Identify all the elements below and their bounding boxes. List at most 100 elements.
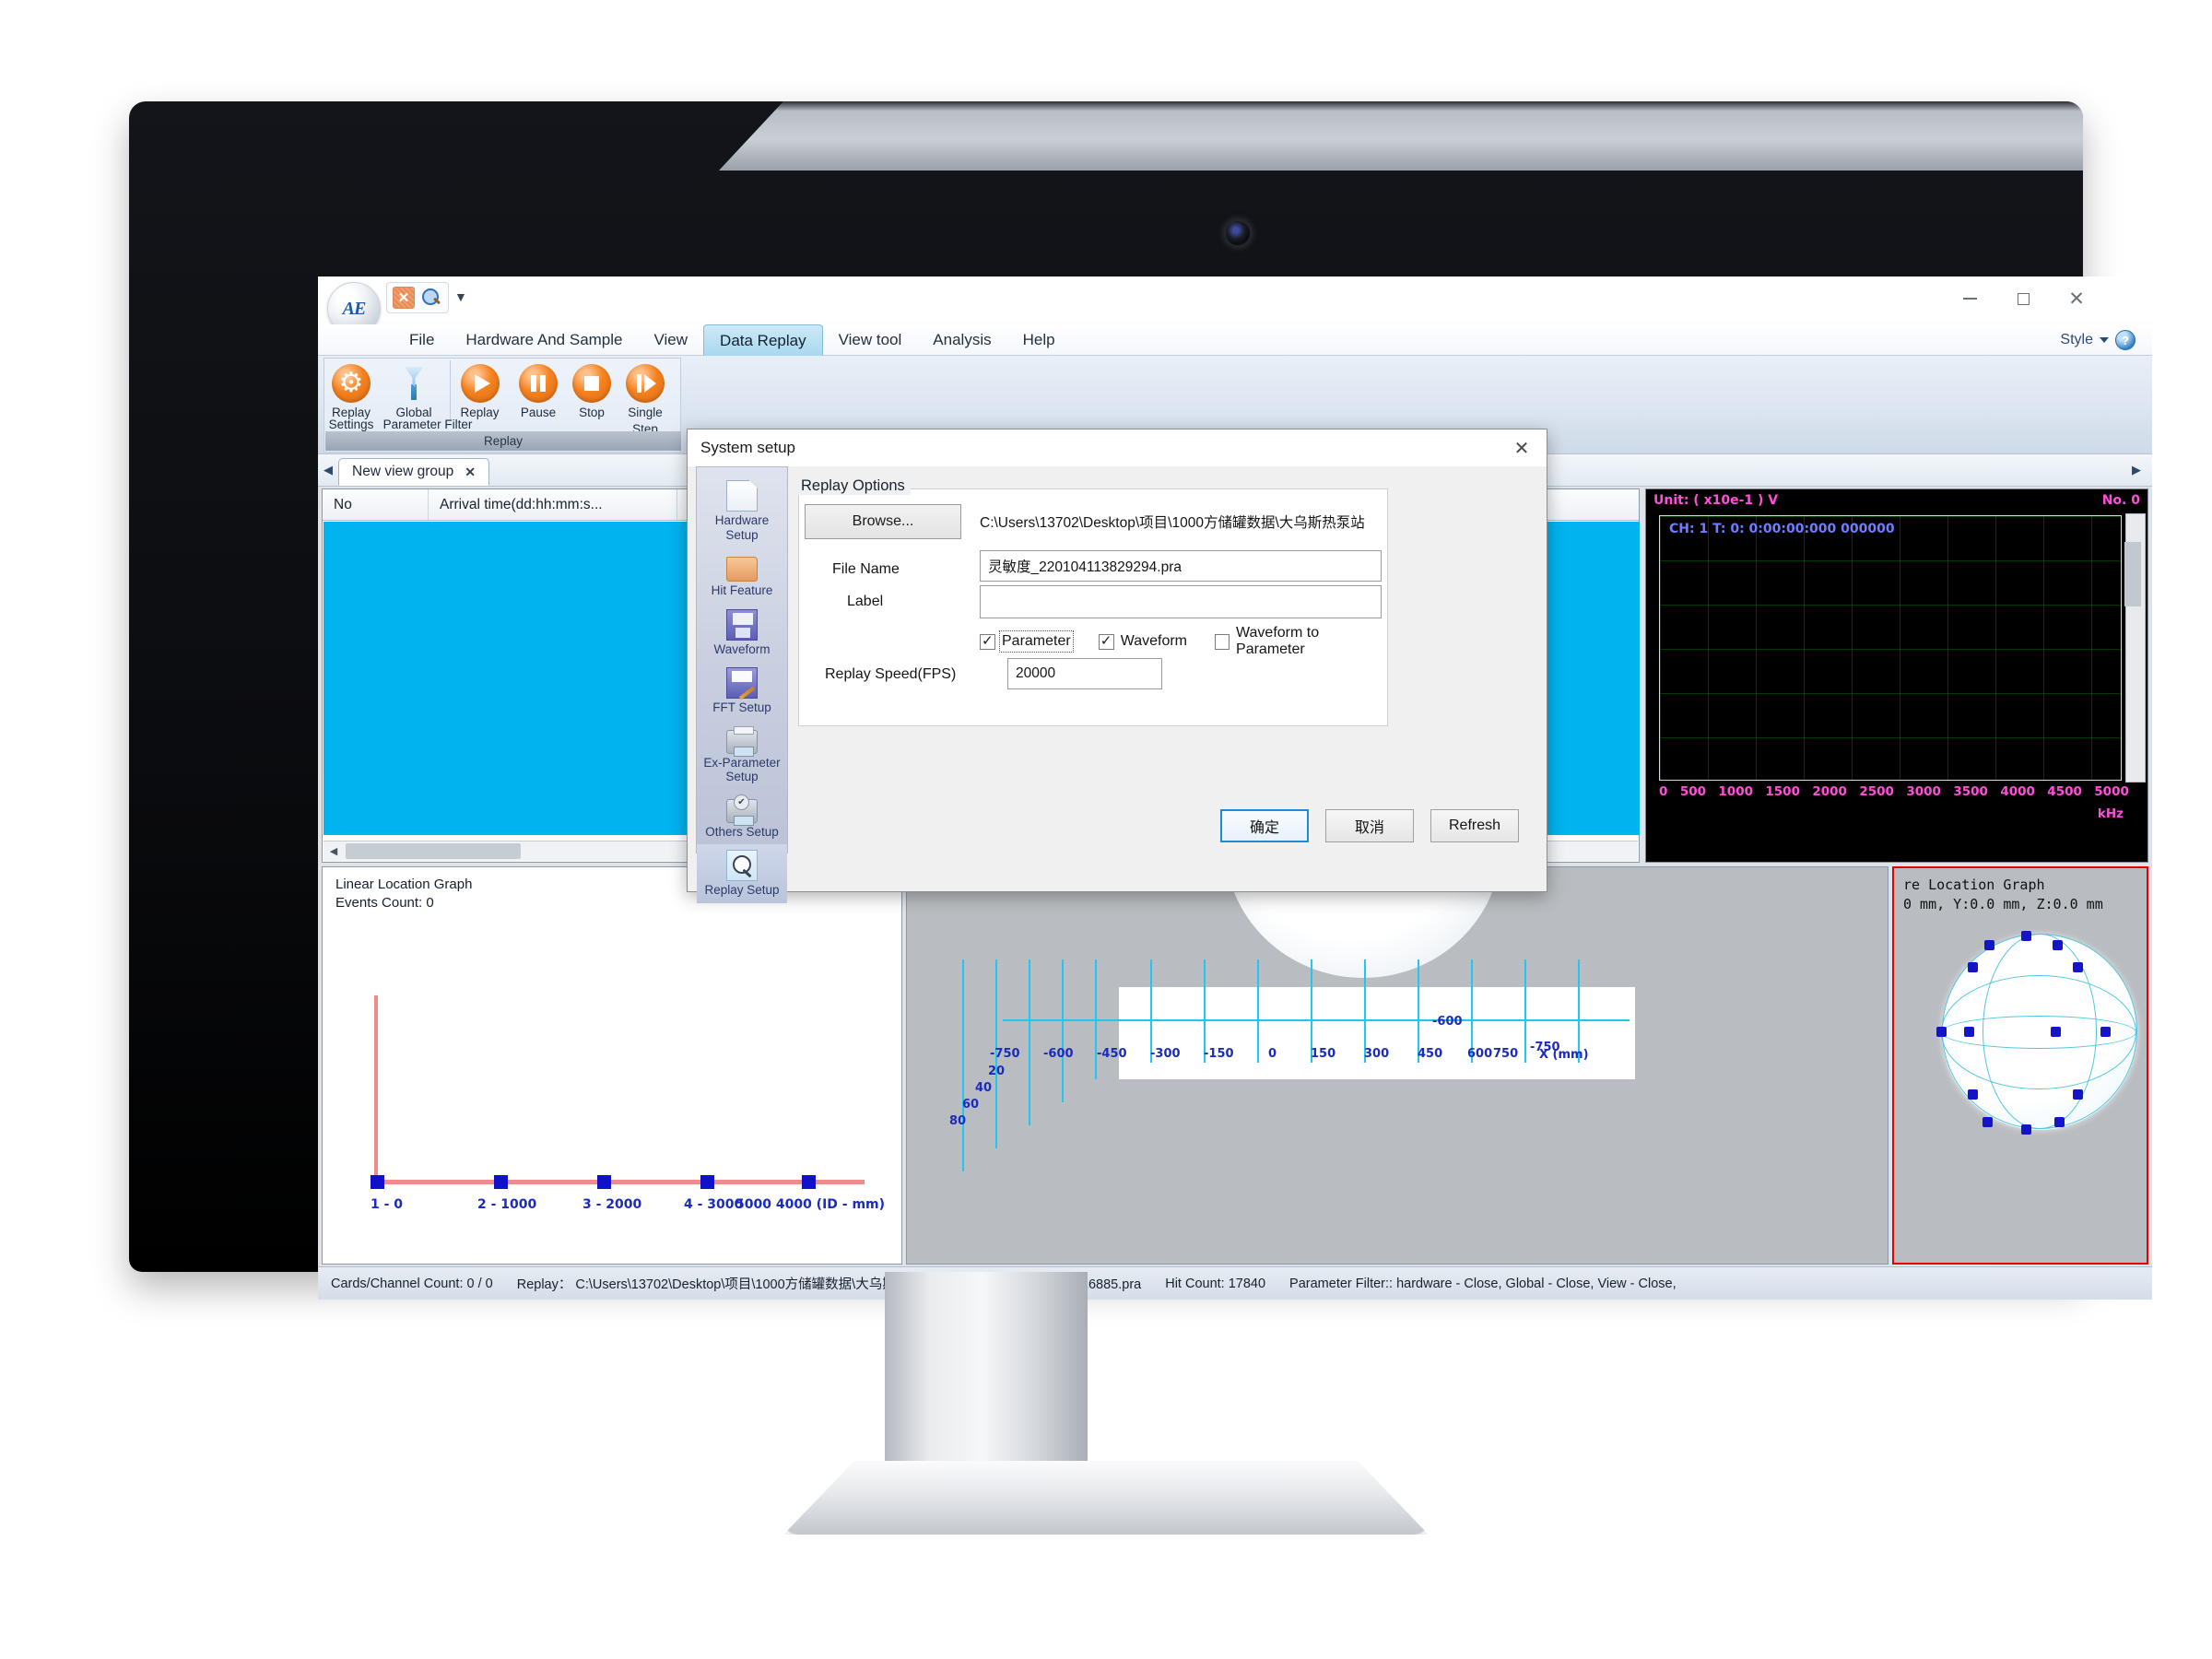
waveform-vertical-scrollbar[interactable] [2124, 513, 2146, 782]
grid-line [1524, 959, 1526, 1063]
file-name-input[interactable]: 灵敏度_220104113829294.pra [980, 550, 1382, 582]
cancel-button[interactable]: 取消 [1325, 809, 1414, 842]
linear-graph-events-count: Events Count: 0 [335, 895, 434, 912]
menu-tab-hardware-and-sample[interactable]: Hardware And Sample [450, 324, 638, 356]
planar-plot-area[interactable] [1119, 987, 1635, 1079]
sensor-node[interactable] [2054, 1117, 2065, 1127]
dialog-close-button[interactable]: ✕ [1497, 429, 1547, 466]
ribbon-button-global-parameter-filter[interactable]: Global [378, 360, 450, 419]
x-tick: 5000 [2094, 784, 2129, 799]
confirm-button[interactable]: 确定 [1220, 809, 1309, 842]
sensor-node[interactable] [2073, 1089, 2083, 1100]
sensor-node[interactable] [2021, 1124, 2031, 1135]
nav-item-fft-setup[interactable]: FFT Setup [697, 662, 787, 721]
checkbox-icon[interactable] [1215, 633, 1230, 650]
ribbon-group-title: Replay [325, 431, 681, 451]
menu-tab-view[interactable]: View [639, 324, 704, 356]
label-input[interactable] [980, 585, 1382, 618]
linear-graph-title-block: Linear Location Graph Events Count: 0 [335, 876, 472, 913]
view-group-tab[interactable]: New view group ✕ [338, 458, 490, 486]
checkbox-parameter[interactable]: Parameter [980, 630, 1074, 653]
dialog-title-bar: System setup ✕ [688, 429, 1547, 466]
nav-item-label: Waveform [713, 641, 771, 656]
x-tick: 600 [1467, 1047, 1493, 1061]
zoom-icon[interactable] [420, 287, 442, 309]
ribbon-sublabels: Settings Parameter Filter [324, 418, 682, 431]
sensor-node[interactable] [802, 1175, 816, 1189]
sensor-node[interactable] [1983, 1117, 1993, 1127]
checkbox-icon[interactable] [1098, 632, 1114, 650]
scrollbar-thumb[interactable] [2124, 542, 2141, 606]
floppy-disk-edit-icon [726, 667, 758, 700]
sensor-node[interactable] [700, 1175, 714, 1189]
scroll-left-arrow-icon[interactable]: ◀ [324, 842, 344, 861]
grid-column-arrival-time[interactable]: Arrival time(dd:hh:mm:s... [429, 489, 677, 520]
nav-item-hit-feature[interactable]: Hit Feature [697, 547, 787, 604]
menu-tab-analysis[interactable]: Analysis [917, 324, 1006, 356]
sensor-node[interactable] [1968, 1089, 1978, 1100]
stop-icon[interactable] [393, 287, 415, 309]
sensor-node[interactable] [1936, 1027, 1947, 1037]
gear-icon [332, 364, 371, 403]
tabstrip-left-arrow-icon[interactable]: ◀ [318, 453, 338, 486]
checkbox-waveform[interactable]: Waveform [1098, 632, 1187, 650]
nav-item-others-setup[interactable]: Others Setup [697, 790, 787, 845]
refresh-button[interactable]: Refresh [1430, 809, 1519, 842]
menu-tab-help[interactable]: Help [1007, 324, 1071, 356]
single-step-icon [626, 364, 665, 403]
nav-item-label: Hardware Setup [714, 513, 770, 542]
help-icon[interactable]: ? [2115, 330, 2136, 350]
waveform-plot-area[interactable]: CH: 1 T: 0: 0:00:00:000 000000 [1659, 515, 2122, 781]
depth-tick: 20 [988, 1065, 1006, 1078]
nav-item-replay-setup[interactable]: Replay Setup [697, 844, 787, 903]
ribbon-button-stop[interactable]: Stop [568, 360, 616, 419]
x-tick: 0 [1268, 1047, 1277, 1061]
sensor-node[interactable] [494, 1175, 508, 1189]
sensor-node[interactable] [1968, 962, 1978, 972]
nav-item-waveform[interactable]: Waveform [697, 604, 787, 663]
style-label: Style [2060, 332, 2093, 347]
nav-item-hardware-setup[interactable]: Hardware Setup [697, 475, 787, 547]
checkbox-waveform-to-parameter[interactable]: Waveform to Parameter [1215, 625, 1382, 658]
close-icon[interactable]: ✕ [465, 465, 476, 480]
grid-column-no[interactable]: No [323, 489, 429, 520]
nav-item-label: Ex-Parameter Setup [703, 755, 781, 784]
menu-tab-file[interactable]: File [394, 324, 450, 356]
ribbon-button-replay-settings[interactable]: Replay [324, 360, 378, 419]
menu-tab-data-replay[interactable]: Data Replay [703, 324, 823, 356]
axis-label: 3 - 2000 [582, 1197, 642, 1212]
sensor-node[interactable] [2051, 1027, 2061, 1037]
quick-access-group [386, 282, 449, 313]
sensor-node[interactable] [2053, 940, 2063, 950]
dialog-title: System setup [700, 439, 795, 456]
checkbox-icon[interactable] [980, 632, 995, 650]
sensor-node[interactable] [2073, 962, 2083, 972]
ribbon-button-pause[interactable]: Pause [509, 360, 568, 419]
x-tick: 3500 [1953, 784, 1988, 799]
printer-icon [726, 725, 758, 757]
replay-speed-input[interactable]: 20000 [1007, 658, 1162, 689]
ribbon-button-replay[interactable]: Replay [450, 360, 509, 420]
nav-item-ex-parameter-setup[interactable]: Ex-Parameter Setup [697, 721, 787, 790]
tabstrip-right-arrow-icon[interactable]: ▶ [2126, 453, 2147, 486]
scrollbar-thumb[interactable] [346, 843, 521, 859]
linear-graph-title: Linear Location Graph [335, 877, 473, 892]
x-tick: 750 [1493, 1047, 1519, 1061]
sensor-node[interactable] [371, 1175, 384, 1189]
quick-access-more-icon[interactable]: ▼ [454, 289, 467, 304]
waveform-channel-label: CH: 1 T: 0: 0:00:00:000 000000 [1669, 522, 1895, 536]
planar-x-axis-label: X (mm) [1539, 1048, 1589, 1062]
sphere-shape[interactable] [1936, 931, 2137, 1135]
style-selector[interactable]: Style ? [2060, 330, 2136, 350]
sensor-node[interactable] [597, 1175, 611, 1189]
sensor-node[interactable] [1984, 940, 1994, 950]
monitor-neck [885, 1272, 1088, 1484]
sensor-node[interactable] [2021, 931, 2031, 941]
sensor-node[interactable] [1964, 1027, 1974, 1037]
chevron-down-icon[interactable] [2100, 337, 2109, 343]
monitor-bezel-highlight [719, 101, 2083, 171]
pause-icon [519, 364, 558, 403]
menu-tab-view-tool[interactable]: View tool [823, 324, 918, 356]
sensor-node[interactable] [2100, 1027, 2111, 1037]
browse-button[interactable]: Browse... [805, 504, 961, 539]
